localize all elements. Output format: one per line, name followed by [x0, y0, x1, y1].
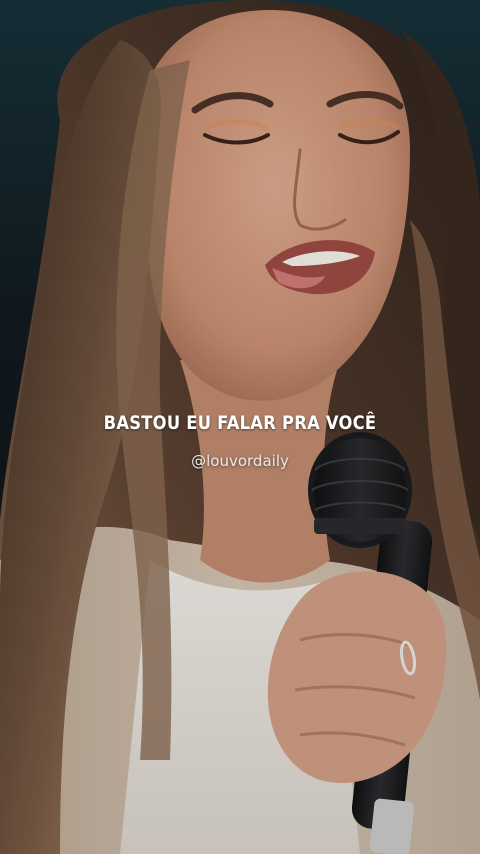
watermark-handle: @louvordaily [191, 452, 289, 470]
lyric-caption: BASTOU EU FALAR PRA VOCÊ [103, 412, 377, 434]
video-frame: BASTOU EU FALAR PRA VOCÊ @louvordaily [0, 0, 480, 854]
